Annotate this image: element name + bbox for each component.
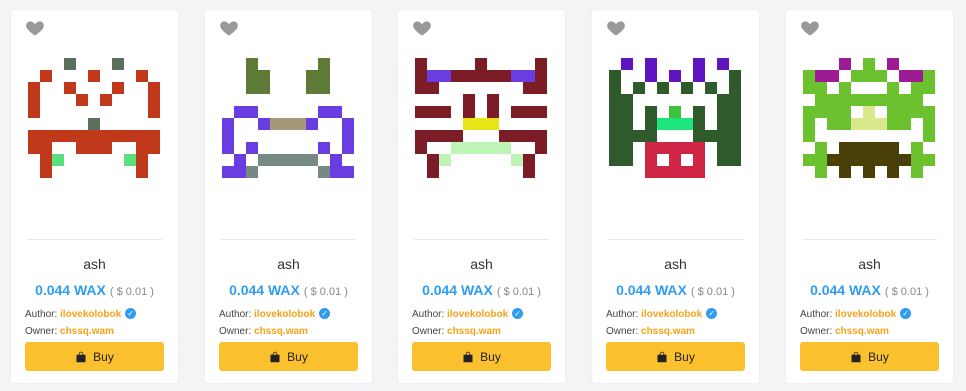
card-divider (221, 239, 356, 240)
author-row: Author: ilovekolobok ✓ (219, 308, 331, 320)
heart-icon[interactable] (800, 18, 820, 38)
heart-icon[interactable] (412, 18, 432, 38)
pixel-art-image[interactable] (803, 58, 935, 190)
verified-icon: ✓ (319, 308, 331, 319)
wax-price: 0.044 WAX (810, 282, 881, 298)
buy-label: Buy (287, 349, 308, 364)
owner-row: Owner: chssq.wam (800, 326, 889, 337)
nft-card[interactable]: ash 0.044 WAX( $ 0.01 ) Author: ilovekol… (11, 10, 178, 383)
asset-name: ash (277, 256, 300, 272)
card-divider (27, 239, 162, 240)
card-divider (802, 239, 937, 240)
shopping-bag-icon (76, 351, 86, 362)
pixel-art-image[interactable] (28, 58, 160, 190)
card-divider (608, 239, 743, 240)
owner-label: Owner: (219, 326, 252, 337)
shopping-bag-icon (270, 351, 280, 362)
owner-row: Owner: chssq.wam (25, 326, 114, 337)
author-link[interactable]: ilovekolobok (641, 309, 702, 320)
usd-price: ( $ 0.01 ) (884, 286, 929, 298)
author-label: Author: (219, 309, 252, 320)
owner-link[interactable]: chssq.wam (835, 326, 889, 337)
asset-name: ash (470, 256, 493, 272)
asset-name: ash (83, 256, 106, 272)
buy-button[interactable]: Buy (800, 342, 939, 371)
nft-card[interactable]: ash 0.044 WAX( $ 0.01 ) Author: ilovekol… (786, 10, 953, 383)
buy-label: Buy (868, 349, 889, 364)
buy-label: Buy (480, 349, 501, 364)
wax-price: 0.044 WAX (229, 282, 300, 298)
price-row: 0.044 WAX( $ 0.01 ) (786, 282, 953, 300)
owner-label: Owner: (412, 326, 445, 337)
buy-button[interactable]: Buy (219, 342, 358, 371)
heart-icon[interactable] (25, 18, 45, 38)
price-row: 0.044 WAX( $ 0.01 ) (398, 282, 565, 300)
owner-link[interactable]: chssq.wam (447, 326, 501, 337)
owner-row: Owner: chssq.wam (606, 326, 695, 337)
author-link[interactable]: ilovekolobok (254, 309, 315, 320)
pixel-art-image[interactable] (222, 58, 354, 190)
owner-link[interactable]: chssq.wam (641, 326, 695, 337)
owner-row: Owner: chssq.wam (412, 326, 501, 337)
usd-price: ( $ 0.01 ) (303, 286, 348, 298)
author-link[interactable]: ilovekolobok (835, 309, 896, 320)
buy-button[interactable]: Buy (412, 342, 551, 371)
asset-name: ash (858, 256, 881, 272)
nft-card[interactable]: ash 0.044 WAX( $ 0.01 ) Author: ilovekol… (205, 10, 372, 383)
owner-row: Owner: chssq.wam (219, 326, 308, 337)
author-label: Author: (412, 309, 445, 320)
buy-button[interactable]: Buy (25, 342, 164, 371)
nft-card[interactable]: ash 0.044 WAX( $ 0.01 ) Author: ilovekol… (592, 10, 759, 383)
wax-price: 0.044 WAX (422, 282, 493, 298)
usd-price: ( $ 0.01 ) (690, 286, 735, 298)
author-link[interactable]: ilovekolobok (447, 309, 508, 320)
buy-label: Buy (93, 349, 114, 364)
heart-icon[interactable] (219, 18, 239, 38)
author-label: Author: (800, 309, 833, 320)
author-link[interactable]: ilovekolobok (60, 309, 121, 320)
owner-label: Owner: (606, 326, 639, 337)
asset-name: ash (664, 256, 687, 272)
pixel-art-image[interactable] (609, 58, 741, 190)
shopping-bag-icon (657, 351, 667, 362)
wax-price: 0.044 WAX (35, 282, 106, 298)
shopping-bag-icon (463, 351, 473, 362)
owner-link[interactable]: chssq.wam (254, 326, 308, 337)
author-label: Author: (606, 309, 639, 320)
price-row: 0.044 WAX( $ 0.01 ) (205, 282, 372, 300)
author-row: Author: ilovekolobok ✓ (800, 308, 912, 320)
usd-price: ( $ 0.01 ) (109, 286, 154, 298)
owner-link[interactable]: chssq.wam (60, 326, 114, 337)
owner-label: Owner: (800, 326, 833, 337)
verified-icon: ✓ (706, 308, 718, 319)
author-label: Author: (25, 309, 58, 320)
heart-icon[interactable] (606, 18, 626, 38)
card-divider (414, 239, 549, 240)
price-row: 0.044 WAX( $ 0.01 ) (11, 282, 178, 300)
buy-button[interactable]: Buy (606, 342, 745, 371)
shopping-bag-icon (851, 351, 861, 362)
verified-icon: ✓ (900, 308, 912, 319)
usd-price: ( $ 0.01 ) (496, 286, 541, 298)
author-row: Author: ilovekolobok ✓ (606, 308, 718, 320)
author-row: Author: ilovekolobok ✓ (412, 308, 524, 320)
verified-icon: ✓ (512, 308, 524, 319)
author-row: Author: ilovekolobok ✓ (25, 308, 137, 320)
verified-icon: ✓ (125, 308, 137, 319)
owner-label: Owner: (25, 326, 58, 337)
pixel-art-image[interactable] (415, 58, 547, 190)
buy-label: Buy (674, 349, 695, 364)
nft-card[interactable]: ash 0.044 WAX( $ 0.01 ) Author: ilovekol… (398, 10, 565, 383)
wax-price: 0.044 WAX (616, 282, 687, 298)
price-row: 0.044 WAX( $ 0.01 ) (592, 282, 759, 300)
